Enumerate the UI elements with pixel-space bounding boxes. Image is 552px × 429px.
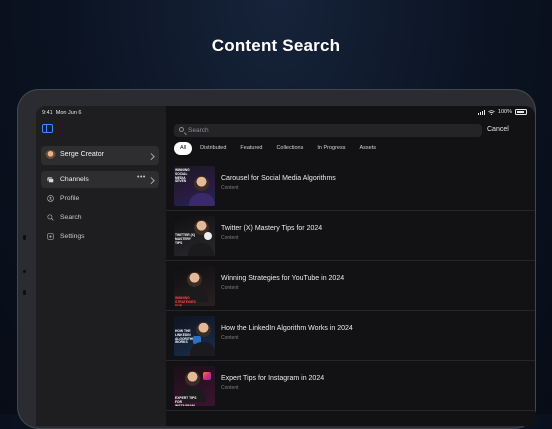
status-bar: 9:41 Mon Jun 6 100%	[36, 106, 535, 120]
item-title: Carousel for Social Media Algorithms	[221, 175, 336, 182]
list-item[interactable]: WINNING STRATEGIES FOR YOUTUBE Winning S…	[166, 261, 535, 311]
device-sensor	[23, 270, 26, 273]
list-item[interactable]: HOW THE LINKEDIN ALGORITHM WORKS How the…	[166, 311, 535, 361]
list-item[interactable]: TWITTER (X) MASTERY TIPS Twitter (X) Mas…	[166, 211, 535, 261]
person-face	[187, 272, 202, 287]
main-content: Cancel All Distributed Featured Collecti…	[166, 106, 535, 426]
sidebar-item-channels[interactable]: Channels •••	[41, 171, 159, 188]
account-row[interactable]: Serge Creator	[41, 146, 159, 165]
person-face	[185, 371, 200, 386]
person-body	[188, 243, 214, 256]
sidebar-item-label: Settings	[60, 232, 85, 240]
search-icon	[47, 214, 54, 221]
tab-in-progress[interactable]: In Progress	[311, 142, 351, 155]
avatar	[45, 150, 56, 161]
status-time: 9:41 Mon Jun 6	[42, 110, 82, 116]
chevron-right-icon	[148, 152, 155, 159]
sidebar-item-label: Profile	[60, 194, 80, 202]
device-sensor	[23, 290, 26, 295]
person-body	[190, 342, 215, 356]
person-face	[196, 322, 211, 337]
thumbnail-text: EXPERT TIPS FOR INSTAGRAM	[175, 396, 197, 406]
item-title: Expert Tips for Instagram in 2024	[221, 375, 325, 382]
sidebar-toggle-icon[interactable]	[42, 124, 53, 133]
wifi-icon	[488, 109, 495, 115]
x-logo-icon	[204, 232, 212, 240]
more-icon[interactable]: •••	[137, 174, 146, 181]
item-title: How the LinkedIn Algorithm Works in 2024	[221, 325, 353, 332]
content-thumbnail: EXPERT TIPS FOR INSTAGRAM	[174, 366, 215, 406]
sidebar-item-search[interactable]: Search	[41, 209, 159, 226]
sidebar-item-label: Search	[60, 213, 82, 221]
thumbnail-text: HOW THE LINKEDIN ALGORITHM WORKS	[175, 329, 195, 345]
person-circle-icon	[47, 195, 54, 202]
list-item[interactable]: WINNING SOCIAL MEDIA SEVEN Carousel for …	[166, 161, 535, 211]
list-item[interactable]: EXPERT TIPS FOR INSTAGRAM Expert Tips fo…	[166, 361, 535, 411]
item-subtitle: Content	[221, 185, 239, 191]
content-thumbnail: HOW THE LINKEDIN ALGORITHM WORKS	[174, 316, 215, 356]
results-list: WINNING SOCIAL MEDIA SEVEN Carousel for …	[166, 161, 535, 411]
battery-icon	[515, 109, 527, 115]
tab-all[interactable]: All	[174, 142, 193, 155]
gear-icon	[47, 233, 54, 240]
search-field[interactable]	[174, 124, 482, 137]
cancel-button[interactable]: Cancel	[487, 126, 509, 133]
item-subtitle: Content	[221, 235, 239, 241]
item-title: Twitter (X) Mastery Tips for 2024	[221, 225, 323, 232]
content-thumbnail: WINNING SOCIAL MEDIA SEVEN	[174, 166, 215, 206]
thumbnail-text: WINNING STRATEGIES FOR YOUTUBE	[175, 296, 196, 306]
search-icon	[179, 127, 184, 132]
content-thumbnail: WINNING STRATEGIES FOR YOUTUBE	[174, 266, 215, 306]
item-subtitle: Content	[221, 385, 239, 391]
item-subtitle: Content	[221, 335, 239, 341]
tab-assets[interactable]: Assets	[353, 142, 382, 155]
chevron-right-icon	[148, 176, 155, 183]
battery-percent: 100%	[497, 109, 512, 115]
person-body	[189, 193, 215, 206]
item-subtitle: Content	[221, 285, 239, 291]
filter-tabs: All Distributed Featured Collections In …	[174, 142, 384, 156]
account-name: Serge Creator	[60, 151, 104, 158]
instagram-logo-icon	[203, 372, 211, 380]
page-headline: Content Search	[211, 36, 341, 55]
tab-distributed[interactable]: Distributed	[194, 142, 232, 155]
content-thumbnail: TWITTER (X) MASTERY TIPS	[174, 216, 215, 256]
tab-collections[interactable]: Collections	[270, 142, 309, 155]
search-input[interactable]	[188, 124, 468, 137]
signal-icon	[477, 109, 485, 115]
item-title: Winning Strategies for YouTube in 2024	[221, 275, 345, 282]
device-sensor	[23, 235, 26, 240]
sidebar-item-settings[interactable]: Settings	[41, 228, 159, 245]
sidebar-item-profile[interactable]: Profile	[41, 190, 159, 207]
status-indicators: 100%	[477, 109, 527, 115]
tab-featured[interactable]: Featured	[234, 142, 268, 155]
app-screen: Serge Creator Channels ••• Profile Searc…	[36, 106, 535, 426]
sidebar: Serge Creator Channels ••• Profile Searc…	[36, 106, 166, 426]
folders-icon	[47, 177, 54, 183]
person-face	[194, 176, 209, 191]
sidebar-item-label: Channels	[60, 175, 89, 183]
